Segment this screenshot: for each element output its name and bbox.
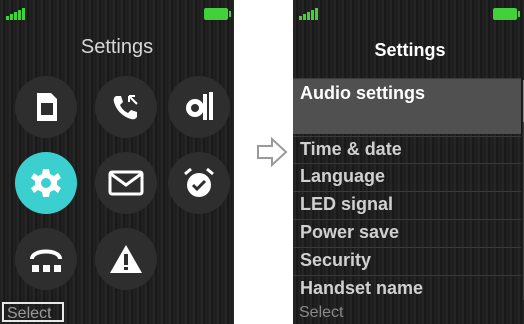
menu-item-handset-name[interactable]: Handset name xyxy=(293,275,521,301)
select-softkey[interactable]: Select xyxy=(2,302,64,322)
status-bar xyxy=(293,0,524,22)
battery-icon xyxy=(493,8,520,20)
menu-item-time-date[interactable]: Time & date xyxy=(293,136,521,162)
signal-strength-icon xyxy=(6,6,28,20)
sim-card-icon[interactable] xyxy=(15,76,77,138)
menu-item-audio-settings[interactable]: Audio settings xyxy=(293,78,521,134)
signal-strength-icon xyxy=(299,6,321,20)
battery-icon xyxy=(204,8,231,20)
warning-icon[interactable] xyxy=(95,228,157,290)
left-phone-screen: Settings Select xyxy=(0,0,234,324)
select-softkey[interactable]: Select xyxy=(299,304,343,322)
status-bar xyxy=(0,0,234,22)
arrow-right-icon xyxy=(257,137,288,167)
screen-title: Settings xyxy=(374,40,446,60)
call-forward-icon[interactable] xyxy=(95,76,157,138)
headset-dial-icon[interactable] xyxy=(15,228,77,290)
right-phone-screen: Settings Audio settings Time & date Lang… xyxy=(293,0,524,324)
gear-icon[interactable] xyxy=(15,152,77,214)
envelope-icon[interactable] xyxy=(95,152,157,214)
menu-item-led-signal[interactable]: LED signal xyxy=(293,191,521,217)
device-settings-icon[interactable] xyxy=(168,76,230,138)
alarm-clock-icon[interactable] xyxy=(168,152,230,214)
menu-item-language[interactable]: Language xyxy=(293,163,521,189)
screen-title: Settings xyxy=(80,36,154,58)
menu-item-power-save[interactable]: Power save xyxy=(293,219,521,245)
menu-item-security[interactable]: Security xyxy=(293,247,521,273)
